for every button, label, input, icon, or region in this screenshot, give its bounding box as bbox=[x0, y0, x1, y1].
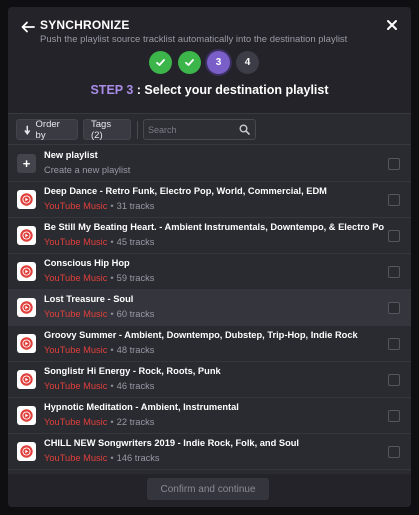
playlist-name: Hypnotic Meditation - Ambient, Instrumen… bbox=[44, 402, 239, 412]
playlist-name: Conscious Hip Hop bbox=[44, 258, 130, 268]
separator-dot: • bbox=[110, 417, 114, 427]
track-count: 48 tracks bbox=[116, 345, 155, 355]
sync-modal: SYNCHRONIZE Push the playlist source tra… bbox=[8, 7, 411, 507]
toolbar-divider bbox=[137, 121, 138, 139]
row-checkbox[interactable] bbox=[388, 158, 400, 170]
row-checkbox[interactable] bbox=[388, 338, 400, 350]
playlist-meta: YouTube Music • 59 tracks bbox=[44, 273, 154, 283]
search-icon[interactable] bbox=[239, 124, 250, 135]
row-checkbox[interactable] bbox=[388, 194, 400, 206]
playlist-source: YouTube Music bbox=[44, 309, 108, 319]
playlist-name: Be Still My Beating Heart. - Ambient Ins… bbox=[44, 222, 384, 232]
playlist-source: YouTube Music bbox=[44, 345, 108, 355]
track-count: 146 tracks bbox=[116, 453, 160, 463]
playlist-source: YouTube Music bbox=[44, 417, 108, 427]
step-indicator: 3 4 bbox=[149, 51, 259, 75]
playlist-name: Songlistr Hi Energy - Rock, Roots, Punk bbox=[44, 366, 221, 376]
playlist-list: + New playlist Create a new playlist Dee… bbox=[8, 146, 411, 474]
separator-dot: • bbox=[110, 237, 114, 247]
order-by-button[interactable]: Order by bbox=[16, 118, 78, 141]
close-icon[interactable] bbox=[386, 19, 398, 31]
separator-dot: • bbox=[110, 381, 114, 391]
new-playlist-name: New playlist bbox=[44, 150, 98, 160]
youtube-music-icon bbox=[17, 334, 36, 353]
playlist-source: YouTube Music bbox=[44, 201, 108, 211]
playlist-name: Lost Treasure - Soul bbox=[44, 294, 134, 304]
check-icon bbox=[185, 59, 194, 66]
playlist-name: Deep Dance - Retro Funk, Electro Pop, Wo… bbox=[44, 186, 327, 196]
youtube-music-icon bbox=[17, 298, 36, 317]
track-count: 46 tracks bbox=[116, 381, 155, 391]
playlist-name: Groovy Summer - Ambient, Downtempo, Dubs… bbox=[44, 330, 358, 340]
step-1-done bbox=[149, 51, 172, 74]
playlist-rows: Deep Dance - Retro Funk, Electro Pop, Wo… bbox=[8, 182, 411, 474]
step-heading: STEP 3 : Select your destination playlis… bbox=[8, 83, 411, 97]
playlist-meta: YouTube Music • 46 tracks bbox=[44, 381, 154, 391]
playlist-name: CHILL NEW Songwriters 2019 - Indie Rock,… bbox=[44, 438, 300, 448]
step-2-done bbox=[178, 51, 201, 74]
playlist-meta: YouTube Music • 31 tracks bbox=[44, 201, 154, 211]
new-playlist-row[interactable]: + New playlist Create a new playlist bbox=[8, 146, 411, 182]
separator-dot: • bbox=[110, 453, 114, 463]
row-checkbox[interactable] bbox=[388, 374, 400, 386]
step-3-current: 3 bbox=[207, 51, 230, 74]
step-number: STEP 3 bbox=[90, 83, 134, 97]
playlist-meta: YouTube Music • 45 tracks bbox=[44, 237, 154, 247]
track-count: 59 tracks bbox=[116, 273, 155, 283]
youtube-music-icon bbox=[17, 370, 36, 389]
track-count: 60 tracks bbox=[116, 309, 155, 319]
list-toolbar: Order by Tags (2) bbox=[8, 113, 411, 145]
modal-header: SYNCHRONIZE Push the playlist source tra… bbox=[8, 7, 411, 113]
back-arrow-icon[interactable] bbox=[20, 19, 36, 35]
track-count: 31 tracks bbox=[116, 201, 155, 211]
playlist-row[interactable]: CHILL NEW Songwriters 2019 - Indie Rock,… bbox=[8, 434, 411, 470]
row-checkbox[interactable] bbox=[388, 446, 400, 458]
playlist-source: YouTube Music bbox=[44, 381, 108, 391]
playlist-source: YouTube Music bbox=[44, 453, 108, 463]
playlist-meta: YouTube Music • 22 tracks bbox=[44, 417, 154, 427]
row-checkbox[interactable] bbox=[388, 302, 400, 314]
youtube-music-icon bbox=[17, 442, 36, 461]
check-icon bbox=[156, 59, 165, 66]
playlist-row[interactable]: Songlistr Hi Energy - Rock, Roots, Punk Y… bbox=[8, 362, 411, 398]
youtube-music-icon bbox=[17, 406, 36, 425]
confirm-continue-button[interactable]: Confirm and continue bbox=[147, 478, 269, 500]
row-checkbox[interactable] bbox=[388, 266, 400, 278]
playlist-row[interactable]: Hypnotic Meditation - Ambient, Instrumen… bbox=[8, 398, 411, 434]
playlist-source: YouTube Music bbox=[44, 273, 108, 283]
new-playlist-sub: Create a new playlist bbox=[44, 165, 131, 175]
playlist-meta: YouTube Music • 60 tracks bbox=[44, 309, 154, 319]
youtube-music-icon bbox=[17, 190, 36, 209]
separator-dot: • bbox=[110, 345, 114, 355]
search-box bbox=[143, 119, 256, 140]
track-count: 45 tracks bbox=[116, 237, 155, 247]
search-input[interactable] bbox=[148, 120, 238, 139]
playlist-meta: YouTube Music • 48 tracks bbox=[44, 345, 154, 355]
track-count: 22 tracks bbox=[116, 417, 155, 427]
playlist-row[interactable]: Be Still My Beating Heart. - Ambient Ins… bbox=[8, 218, 411, 254]
tags-button[interactable]: Tags (2) bbox=[83, 119, 131, 141]
playlist-source: YouTube Music bbox=[44, 237, 108, 247]
step-4-todo: 4 bbox=[236, 51, 259, 74]
row-checkbox[interactable] bbox=[388, 410, 400, 422]
separator-dot: • bbox=[110, 201, 114, 211]
separator-dot: • bbox=[110, 273, 114, 283]
separator-dot: • bbox=[110, 309, 114, 319]
sort-down-icon bbox=[24, 125, 31, 135]
playlist-row[interactable]: Groovy Summer - Ambient, Downtempo, Dubs… bbox=[8, 326, 411, 362]
step-instruction: : Select your destination playlist bbox=[133, 83, 329, 97]
playlist-meta: YouTube Music • 146 tracks bbox=[44, 453, 160, 463]
playlist-row[interactable]: Lost Treasure - Soul YouTube Music • 60 tra… bbox=[8, 290, 411, 326]
plus-icon: + bbox=[17, 154, 36, 173]
youtube-music-icon bbox=[17, 262, 36, 281]
modal-title: SYNCHRONIZE bbox=[40, 18, 130, 32]
new-playlist-meta: Create a new playlist bbox=[44, 165, 130, 175]
row-checkbox[interactable] bbox=[388, 230, 400, 242]
playlist-row[interactable]: Deep Dance - Retro Funk, Electro Pop, Wo… bbox=[8, 182, 411, 218]
playlist-row[interactable]: Conscious Hip Hop YouTube Music • 59 tracks bbox=[8, 254, 411, 290]
order-by-label: Order by bbox=[35, 118, 60, 141]
modal-footer: Confirm and continue bbox=[8, 474, 411, 507]
youtube-music-icon bbox=[17, 226, 36, 245]
modal-subtitle: Push the playlist source tracklist autom… bbox=[40, 34, 348, 45]
